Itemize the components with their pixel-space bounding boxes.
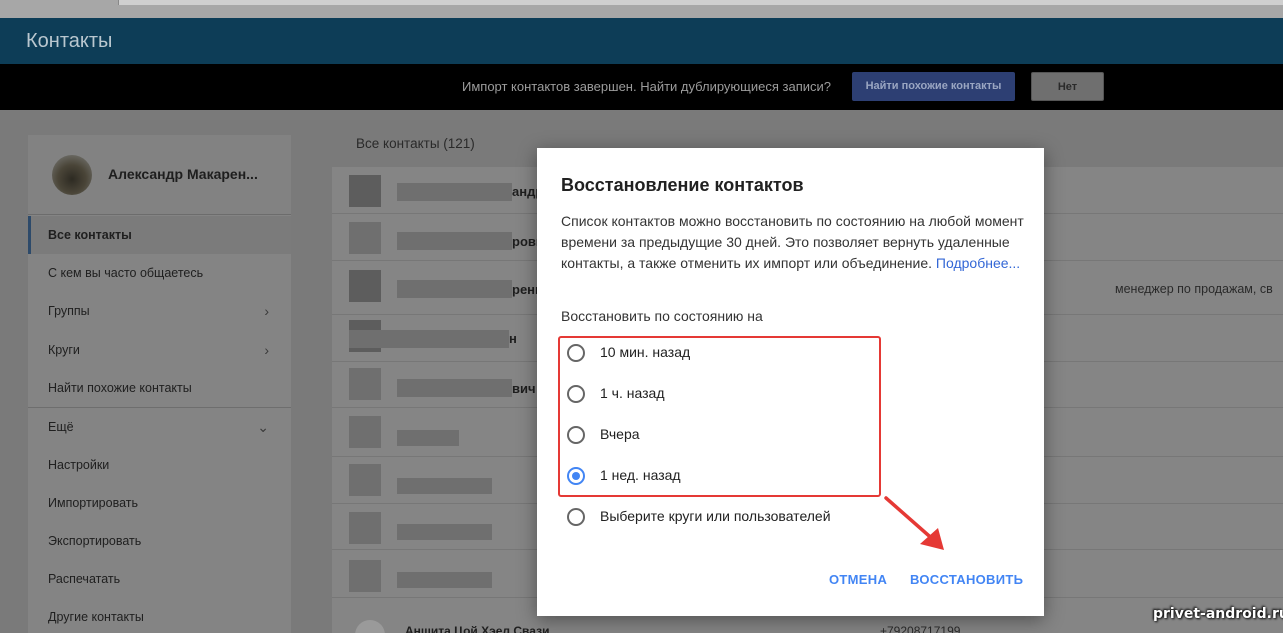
option-1-hour[interactable]: 1 ч. назад (567, 383, 947, 407)
sidebar-item-settings[interactable]: Настройки (28, 446, 291, 484)
sidebar-item-label: С кем вы часто общаетесь (48, 266, 204, 280)
annotation-arrow-icon (884, 496, 944, 550)
option-label: 1 нед. назад (600, 467, 681, 483)
profile-name: Александр Макарен... (108, 166, 258, 182)
blurred-avatar (349, 512, 381, 544)
sidebar-item-groups[interactable]: Группы › (28, 292, 291, 330)
app-title: Контакты (26, 30, 113, 52)
sidebar-item-circles[interactable]: Круги › (28, 331, 291, 369)
blurred-avatar (349, 464, 381, 496)
blurred-name (397, 379, 512, 397)
app-header: Контакты (0, 18, 1283, 64)
list-title: Все контакты (121) (356, 136, 475, 151)
blurred-name (397, 478, 492, 494)
sidebar-item-other-contacts[interactable]: Другие контакты (28, 598, 291, 633)
sidebar-item-label: Найти похожие контакты (48, 381, 192, 395)
radio-button[interactable] (567, 426, 585, 444)
sidebar-item-label: Настройки (48, 458, 110, 472)
watermark: privet-android.ru (1153, 606, 1283, 622)
learn-more-link[interactable]: Подробнее... (936, 255, 1020, 271)
sidebar-item-import[interactable]: Импортировать (28, 484, 291, 522)
dismiss-button[interactable]: Нет (1031, 72, 1104, 101)
blurred-name (397, 572, 492, 588)
dialog-description: Список контактов можно восстановить по с… (561, 211, 1031, 274)
contact-phone: +79208717199 (880, 624, 961, 633)
restore-contacts-dialog: Восстановление контактов Список контакто… (537, 148, 1044, 616)
sidebar-item-more[interactable]: Ещё ⌄ (28, 408, 291, 446)
sidebar-item-find-similar[interactable]: Найти похожие контакты (28, 369, 291, 407)
blurred-avatar (349, 368, 381, 400)
sidebar-item-label: Ещё (48, 420, 74, 434)
option-1-week[interactable]: 1 нед. назад (567, 465, 947, 489)
chevron-right-icon: › (264, 342, 269, 358)
blurred-name (397, 524, 492, 540)
option-10-min[interactable]: 10 мин. назад (567, 342, 947, 366)
sidebar-item-label: Группы (48, 304, 90, 318)
radio-button[interactable] (567, 344, 585, 362)
radio-button[interactable] (567, 385, 585, 403)
sidebar-item-label: Экспортировать (48, 534, 142, 548)
sidebar-item-label: Круги (48, 343, 80, 357)
sidebar-item-label: Импортировать (48, 496, 139, 510)
blurred-avatar (349, 416, 381, 448)
chevron-down-icon: ⌄ (257, 419, 269, 435)
restore-label: Восстановить по состоянию на (561, 308, 763, 324)
sidebar-item-label: Распечатать (48, 572, 121, 586)
option-label: Выберите круги или пользователей (600, 508, 831, 524)
avatar (52, 155, 92, 195)
cancel-button[interactable]: ОТМЕНА (829, 572, 887, 587)
option-label: 10 мин. назад (600, 344, 691, 360)
address-bar[interactable] (118, 0, 1283, 5)
blurred-avatar (349, 270, 381, 302)
sidebar-item-export[interactable]: Экспортировать (28, 522, 291, 560)
notice-text: Импорт контактов завершен. Найти дублиру… (462, 79, 832, 94)
chevron-right-icon: › (264, 303, 269, 319)
dialog-title: Восстановление контактов (561, 175, 804, 195)
restore-button[interactable]: ВОССТАНОВИТЬ (910, 572, 1023, 587)
blurred-avatar (349, 175, 381, 207)
find-duplicates-button[interactable]: Найти похожие контакты (852, 72, 1015, 101)
sidebar-item-frequent[interactable]: С кем вы часто общаетесь (28, 254, 291, 292)
blurred-name (397, 280, 512, 298)
radio-button-checked[interactable] (567, 467, 585, 485)
option-yesterday[interactable]: Вчера (567, 424, 947, 448)
contact-name: Аншита Цой Хэел Свази (405, 624, 550, 633)
contact-name-fragment: вич (512, 381, 536, 396)
sidebar-item-label: Другие контакты (48, 610, 144, 624)
blurred-avatar (349, 222, 381, 254)
browser-chrome (0, 0, 1283, 18)
blurred-name (397, 232, 512, 250)
sidebar-item-label: Все контакты (48, 228, 132, 242)
radio-button[interactable] (567, 508, 585, 526)
option-label: 1 ч. назад (600, 385, 665, 401)
blurred-avatar (349, 560, 381, 592)
option-label: Вчера (600, 426, 640, 442)
sidebar: Александр Макарен... Все контакты С кем … (28, 135, 291, 633)
sidebar-item-print[interactable]: Распечатать (28, 560, 291, 598)
blurred-name (397, 430, 459, 446)
profile-card[interactable]: Александр Макарен... (28, 135, 291, 215)
contact-job-title: менеджер по продажам, св (1115, 282, 1273, 296)
sidebar-item-all-contacts[interactable]: Все контакты (28, 216, 291, 254)
contact-name-fragment: н (509, 331, 517, 346)
blurred-name (397, 183, 512, 201)
blurred-name (349, 330, 509, 348)
